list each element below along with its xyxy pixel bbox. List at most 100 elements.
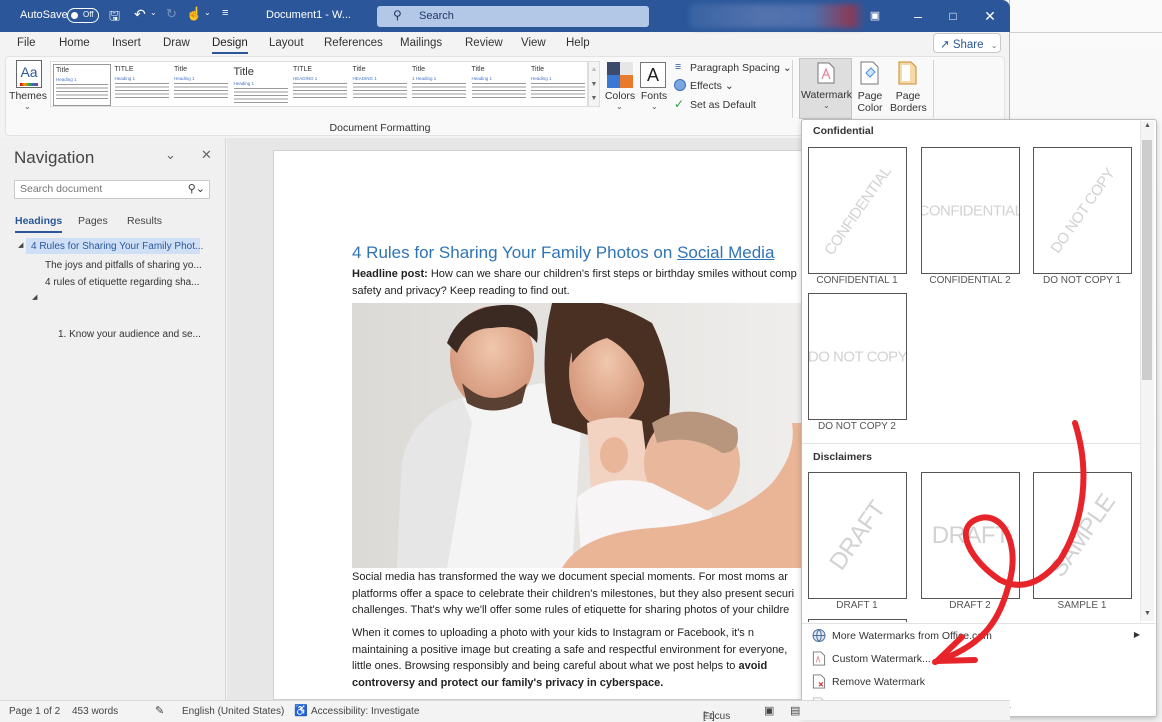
style-set-thumbnail[interactable]: Title Heading 1 [470, 64, 528, 106]
tab-design[interactable]: Design [212, 37, 248, 54]
watermark-option-thumbnail[interactable]: SAMPLE [1033, 472, 1132, 599]
undo-icon[interactable]: ↶ [134, 6, 146, 23]
gallery-more-icon[interactable]: ▼ [589, 92, 599, 106]
watermark-preview-text: SAMPLE [1043, 488, 1121, 582]
watermark-preview-text: CONFIDENTIAL [820, 163, 895, 258]
touch-mode-icon[interactable]: ☝ [186, 6, 202, 22]
style-set-thumbnail[interactable]: Title HEADING 1 [351, 64, 409, 106]
search-box[interactable]: ⚲ Search [377, 6, 649, 27]
nav-heading-item[interactable]: 1. Know your audience and se... [58, 329, 201, 340]
page-count[interactable]: Page 1 of 2 [9, 706, 60, 717]
watermark-option-thumbnail[interactable]: DO NOT COPY [1033, 147, 1132, 274]
themes-label[interactable]: Themes [9, 90, 47, 102]
headline-paragraph[interactable]: Headline post: How can we share our chil… [352, 266, 802, 299]
page-borders-icon[interactable] [898, 61, 918, 85]
close-button[interactable]: ✕ [981, 7, 999, 25]
effects-button[interactable]: Effects ⌄ [690, 80, 734, 92]
nav-tab-results[interactable]: Results [127, 215, 162, 227]
page-color-icon[interactable] [860, 61, 880, 85]
fonts-icon[interactable]: A [640, 62, 666, 88]
scrollbar-thumb[interactable] [1142, 140, 1152, 380]
watermark-preview-text: CONFIDENTIAL [921, 202, 1020, 219]
nav-tab-pages[interactable]: Pages [78, 215, 108, 227]
tab-review[interactable]: Review [465, 37, 503, 49]
colors-icon[interactable] [607, 62, 633, 88]
language-status[interactable]: English (United States) [182, 706, 284, 717]
more-watermarks-menu-item[interactable]: More Watermarks from Office.com ▶ [806, 625, 1146, 647]
style-set-thumbnail[interactable]: Title Heading 1 [529, 64, 587, 106]
nav-tab-headings[interactable]: Headings [15, 215, 63, 233]
read-mode-icon[interactable]: ▣ [764, 704, 774, 717]
tab-file[interactable]: File [17, 37, 36, 49]
watermark-option-thumbnail[interactable]: CONFIDENTIAL [921, 147, 1020, 274]
ribbon-display-icon[interactable]: ▣ [866, 7, 884, 25]
tab-home[interactable]: Home [59, 37, 90, 49]
proofing-icon[interactable]: ✎ [155, 704, 164, 717]
nav-search-input[interactable]: Search document ⚲⌄ [14, 180, 210, 199]
colors-label[interactable]: Colors [603, 90, 637, 102]
watermark-option-thumbnail[interactable]: DO NOT COPY [808, 293, 907, 420]
status-bar: Page 1 of 2 453 words ✎ English (United … [0, 700, 1010, 722]
watermark-button[interactable]: Watermark ⌄ [799, 58, 852, 119]
gallery-up-icon[interactable]: ▲ [589, 62, 599, 77]
style-set-thumbnail[interactable]: Title Heading 1 [232, 64, 290, 106]
tab-mailings[interactable]: Mailings [400, 37, 442, 49]
nav-options-icon[interactable]: ⌄ [165, 147, 176, 163]
watermark-option-thumbnail[interactable]: CONFIDENTIAL [808, 147, 907, 274]
nav-heading-item[interactable]: 4 rules of etiquette regarding sha... [45, 277, 200, 288]
paragraph-spacing-button[interactable]: Paragraph Spacing ⌄ [690, 62, 792, 74]
remove-watermark-menu-item[interactable]: Remove Watermark [806, 671, 1146, 693]
autosave-toggle[interactable]: Off [67, 8, 99, 23]
customize-toolbar-icon[interactable]: ≡ [222, 7, 228, 19]
themes-dropdown-icon[interactable]: ⌄ [24, 102, 31, 111]
themes-icon[interactable]: Aa [16, 60, 42, 88]
nav-heading-item[interactable]: 4 Rules for Sharing Your Family Phot... [31, 241, 203, 252]
document-title: Document1 - W... [266, 9, 351, 21]
scroll-down-icon[interactable]: ▼ [1144, 610, 1151, 617]
document-heading[interactable]: 4 Rules for Sharing Your Family Photos o… [352, 243, 774, 263]
nav-search-icon[interactable]: ⚲⌄ [188, 182, 205, 195]
save-icon[interactable]: 🖫 [109, 7, 120, 29]
watermark-option-thumbnail[interactable]: DRAFT [808, 472, 907, 599]
tab-draw[interactable]: Draw [163, 37, 190, 49]
maximize-button[interactable]: □ [944, 7, 962, 25]
style-set-thumbnail[interactable]: Title Heading 1 [53, 64, 111, 106]
family-photo[interactable] [352, 303, 807, 568]
fonts-label[interactable]: Fonts [638, 90, 670, 102]
tab-layout[interactable]: Layout [269, 37, 304, 49]
minimize-button[interactable]: – [909, 7, 927, 25]
watermark-label: Watermark [801, 89, 852, 101]
fonts-dropdown-icon[interactable]: ⌄ [651, 102, 658, 111]
touch-dropdown-icon[interactable]: ⌄ [204, 8, 211, 17]
undo-dropdown-icon[interactable]: ⌄ [150, 8, 157, 17]
watermark-option-thumbnail[interactable]: DRAFT [921, 472, 1020, 599]
set-as-default-button[interactable]: Set as Default [690, 99, 756, 111]
gallery-scroll[interactable]: ▲ ▼ ▼ [588, 61, 600, 107]
nav-heading-item[interactable]: The joys and pitfalls of sharing yo... [45, 260, 202, 271]
print-layout-icon[interactable]: ▤ [790, 704, 800, 717]
colors-dropdown-icon[interactable]: ⌄ [616, 102, 623, 111]
accessibility-status[interactable]: Accessibility: Investigate [311, 706, 419, 717]
tab-view[interactable]: View [521, 37, 546, 49]
share-button[interactable]: ↗ Share ⌄ [933, 33, 1001, 53]
gallery-down-icon[interactable]: ▼ [589, 77, 599, 92]
tab-help[interactable]: Help [566, 37, 590, 49]
collapse-icon[interactable]: ◢ [32, 293, 37, 301]
tab-references[interactable]: References [324, 37, 383, 49]
body-paragraph-2[interactable]: When it comes to uploading a photo with … [352, 625, 802, 691]
style-set-heading: 1 Heading 1 [412, 76, 437, 81]
custom-watermark-menu-item[interactable]: Custom Watermark... [806, 648, 1146, 670]
style-set-thumbnail[interactable]: TITLE HEADING 1 [291, 64, 349, 106]
tab-insert[interactable]: Insert [112, 37, 141, 49]
body-paragraph-1[interactable]: Social media has transformed the way we … [352, 569, 802, 619]
collapse-icon[interactable]: ◢ [18, 241, 23, 249]
social-media-link[interactable]: Social Media [677, 243, 774, 262]
style-set-thumbnail[interactable]: Title 1 Heading 1 [410, 64, 468, 106]
style-set-thumbnail[interactable]: Title Heading 1 [172, 64, 230, 106]
section-heading-disclaimers: Disclaimers [813, 451, 872, 463]
nav-close-icon[interactable]: ✕ [201, 147, 212, 163]
page-borders-button[interactable]: Page Borders [890, 90, 927, 114]
scroll-up-icon[interactable]: ▲ [1144, 122, 1151, 129]
style-set-thumbnail[interactable]: TITLE Heading 1 [113, 64, 171, 106]
word-count[interactable]: 453 words [72, 706, 118, 717]
